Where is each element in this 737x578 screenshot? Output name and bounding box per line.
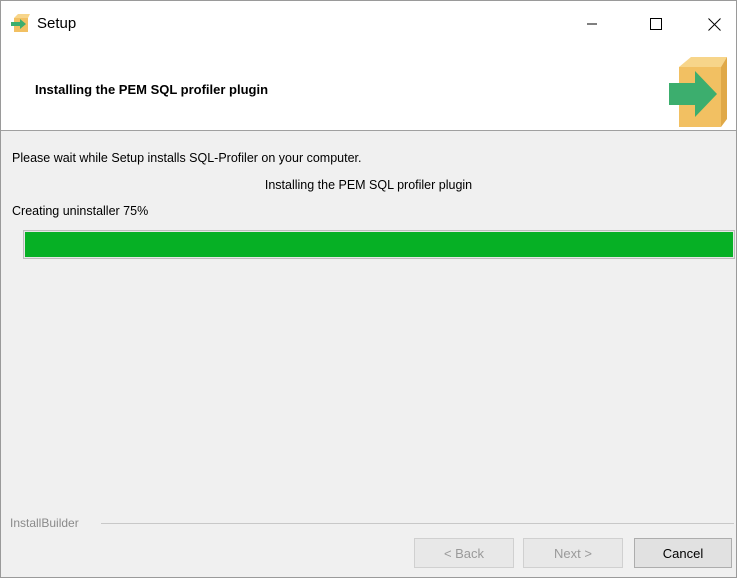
- minimize-button[interactable]: [569, 1, 615, 47]
- wait-message: Please wait while Setup installs SQL-Pro…: [12, 151, 362, 165]
- setup-box-arrow-icon: [11, 14, 30, 32]
- progress-bar: [23, 230, 735, 259]
- progress-label: Creating uninstaller 75%: [12, 204, 149, 218]
- install-box-arrow-icon: [669, 57, 727, 127]
- footer-divider: [101, 523, 734, 524]
- brand-label: InstallBuilder: [10, 516, 79, 530]
- cancel-button[interactable]: Cancel: [634, 538, 732, 568]
- maximize-button[interactable]: [633, 1, 679, 47]
- close-icon: [707, 17, 721, 31]
- close-button[interactable]: [691, 1, 737, 47]
- window-title: Setup: [37, 15, 77, 32]
- maximize-icon: [650, 18, 662, 30]
- wizard-header: Installing the PEM SQL profiler plugin: [1, 47, 736, 131]
- setup-window: Setup Installing the PEM SQL profiler pl…: [0, 0, 737, 578]
- minimize-icon: [587, 23, 597, 25]
- back-button[interactable]: < Back: [414, 538, 514, 568]
- page-title: Installing the PEM SQL profiler plugin: [35, 82, 269, 97]
- progress-fill: [25, 232, 733, 257]
- install-status: Installing the PEM SQL profiler plugin: [264, 178, 473, 192]
- next-button[interactable]: Next >: [523, 538, 623, 568]
- title-bar[interactable]: Setup: [1, 1, 736, 47]
